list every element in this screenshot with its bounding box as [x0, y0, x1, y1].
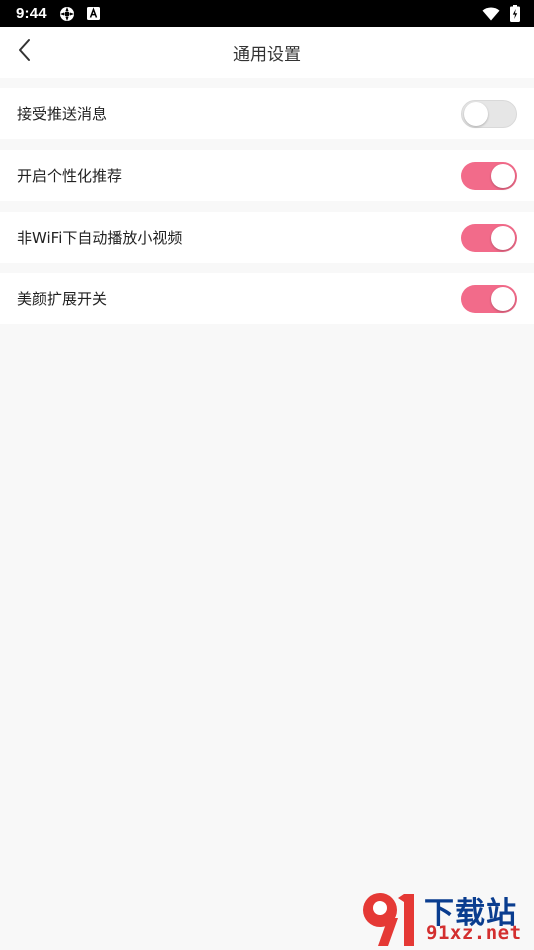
toggle-knob	[491, 225, 515, 250]
autoplay-video-toggle[interactable]	[461, 223, 517, 252]
battery-charging-icon	[510, 5, 520, 22]
watermark-url: 91xz.net	[426, 922, 522, 944]
setting-row-beauty-extension: 美颜扩展开关	[0, 273, 534, 324]
setting-label: 接受推送消息	[17, 105, 108, 123]
push-messages-toggle[interactable]	[461, 99, 517, 128]
toggle-knob	[464, 101, 488, 126]
status-time: 9:44	[16, 5, 47, 22]
setting-row-push-messages: 接受推送消息	[0, 88, 534, 139]
status-right	[482, 5, 520, 22]
header: 通用设置	[0, 27, 534, 78]
beauty-extension-toggle[interactable]	[461, 284, 517, 313]
notification-a-icon	[86, 7, 100, 20]
settings-gear-icon	[59, 6, 75, 22]
watermark-logo-icon	[363, 893, 414, 946]
watermark: 下载站 91xz.net	[358, 888, 530, 948]
status-left: 9:44	[16, 5, 100, 22]
setting-row-personalized-recommendation: 开启个性化推荐	[0, 150, 534, 201]
personalized-recommendation-toggle[interactable]	[461, 161, 517, 190]
setting-row-autoplay-video: 非WiFi下自动播放小视频	[0, 212, 534, 263]
status-bar: 9:44	[0, 0, 534, 27]
toggle-knob	[491, 286, 515, 311]
wifi-icon	[482, 6, 500, 21]
setting-label: 非WiFi下自动播放小视频	[17, 229, 183, 247]
page-title: 通用设置	[233, 45, 301, 65]
screen: 9:44 通用设置 接受推送消息 开启个性化推荐 非WiFi下自动播放小视频 美…	[0, 0, 534, 950]
setting-label: 美颜扩展开关	[17, 290, 108, 308]
toggle-knob	[491, 163, 515, 188]
setting-label: 开启个性化推荐	[17, 167, 123, 185]
